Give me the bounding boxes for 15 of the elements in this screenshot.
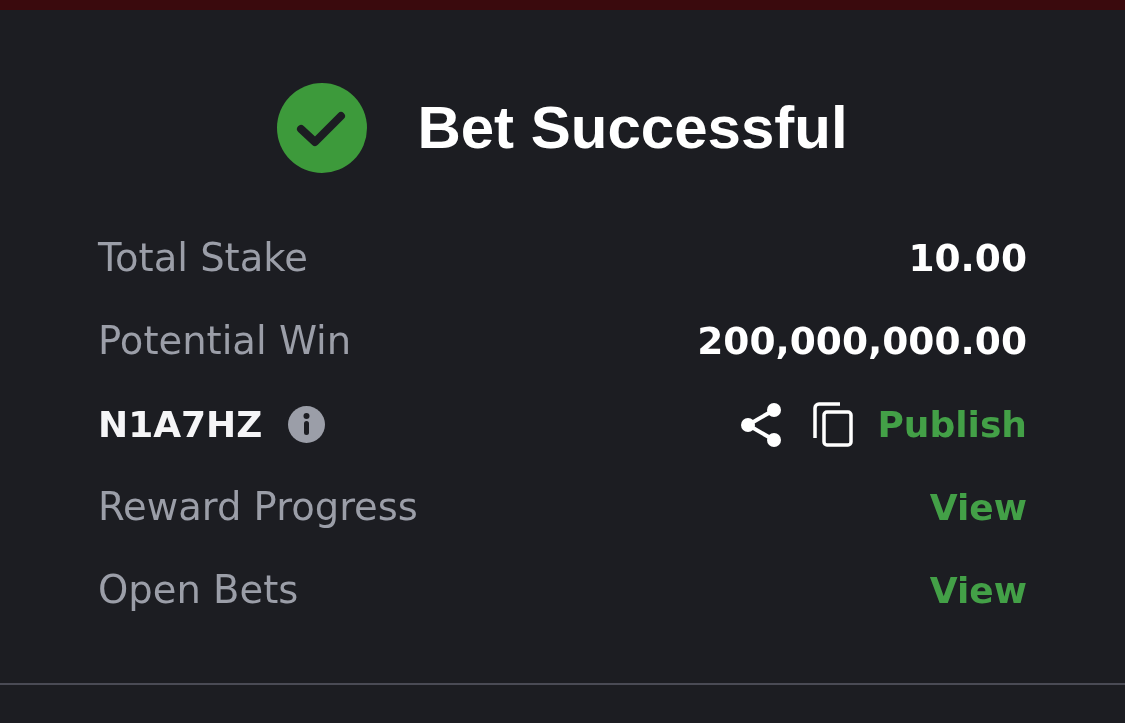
row-label: Open Bets [98, 569, 299, 612]
check-circle-icon [277, 83, 368, 173]
row-value: 10.00 [908, 237, 1027, 280]
row-label: Total Stake [98, 237, 308, 280]
share-icon[interactable] [740, 402, 783, 447]
row-label: Potential Win [98, 320, 352, 363]
publish-link[interactable]: Publish [877, 404, 1027, 445]
view-link[interactable]: View [929, 487, 1027, 528]
booking-code: N1A7HZ [98, 404, 263, 445]
row-value: 200,000,000.00 [697, 320, 1027, 363]
view-link[interactable]: View [929, 570, 1027, 611]
success-title: Bet Successful [417, 98, 848, 158]
row-label: Reward Progress [98, 486, 418, 529]
info-icon[interactable] [288, 406, 326, 443]
copy-icon[interactable] [812, 402, 854, 447]
